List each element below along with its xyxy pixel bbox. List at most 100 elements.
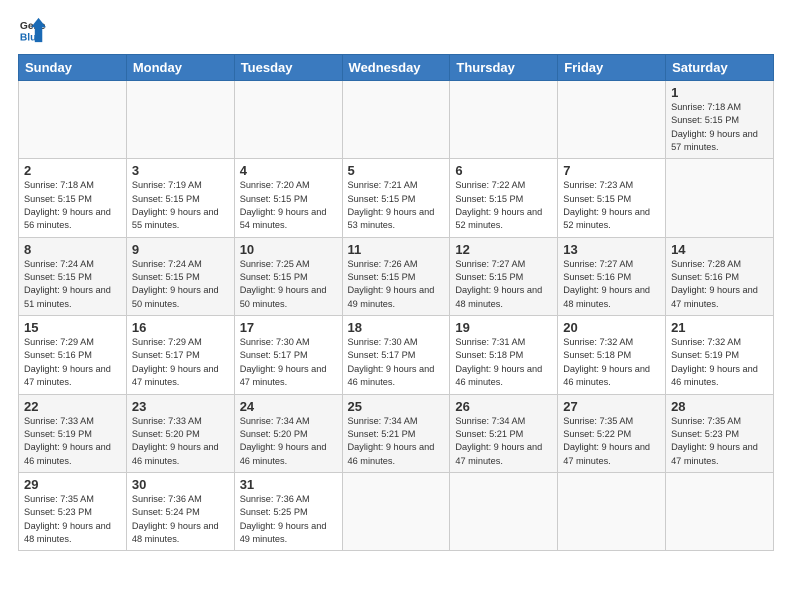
day-number: 29 [24,477,121,492]
header-row: SundayMondayTuesdayWednesdayThursdayFrid… [19,55,774,81]
day-info: Sunrise: 7:27 AM Sunset: 5:16 PM Dayligh… [563,258,660,311]
day-cell: 20 Sunrise: 7:32 AM Sunset: 5:18 PM Dayl… [558,316,666,394]
day-cell: 1 Sunrise: 7:18 AM Sunset: 5:15 PM Dayli… [666,81,774,159]
day-cell: 6 Sunrise: 7:22 AM Sunset: 5:15 PM Dayli… [450,159,558,237]
day-number: 28 [671,399,768,414]
day-number: 11 [348,242,445,257]
day-cell: 2 Sunrise: 7:18 AM Sunset: 5:15 PM Dayli… [19,159,127,237]
day-info: Sunrise: 7:35 AM Sunset: 5:23 PM Dayligh… [24,493,121,546]
day-cell: 5 Sunrise: 7:21 AM Sunset: 5:15 PM Dayli… [342,159,450,237]
calendar-table: SundayMondayTuesdayWednesdayThursdayFrid… [18,54,774,551]
day-number: 20 [563,320,660,335]
header-cell-tuesday: Tuesday [234,55,342,81]
day-cell [126,81,234,159]
week-row-4: 15 Sunrise: 7:29 AM Sunset: 5:16 PM Dayl… [19,316,774,394]
day-cell: 19 Sunrise: 7:31 AM Sunset: 5:18 PM Dayl… [450,316,558,394]
day-number: 15 [24,320,121,335]
day-cell: 27 Sunrise: 7:35 AM Sunset: 5:22 PM Dayl… [558,394,666,472]
day-info: Sunrise: 7:21 AM Sunset: 5:15 PM Dayligh… [348,179,445,232]
day-number: 26 [455,399,552,414]
day-number: 7 [563,163,660,178]
day-cell: 30 Sunrise: 7:36 AM Sunset: 5:24 PM Dayl… [126,472,234,550]
header-cell-saturday: Saturday [666,55,774,81]
week-row-2: 2 Sunrise: 7:18 AM Sunset: 5:15 PM Dayli… [19,159,774,237]
day-info: Sunrise: 7:22 AM Sunset: 5:15 PM Dayligh… [455,179,552,232]
day-cell: 12 Sunrise: 7:27 AM Sunset: 5:15 PM Dayl… [450,237,558,315]
logo: General Blue [18,16,46,44]
day-cell: 22 Sunrise: 7:33 AM Sunset: 5:19 PM Dayl… [19,394,127,472]
day-number: 21 [671,320,768,335]
day-info: Sunrise: 7:34 AM Sunset: 5:20 PM Dayligh… [240,415,337,468]
day-cell: 9 Sunrise: 7:24 AM Sunset: 5:15 PM Dayli… [126,237,234,315]
day-info: Sunrise: 7:35 AM Sunset: 5:23 PM Dayligh… [671,415,768,468]
week-row-6: 29 Sunrise: 7:35 AM Sunset: 5:23 PM Dayl… [19,472,774,550]
day-info: Sunrise: 7:32 AM Sunset: 5:19 PM Dayligh… [671,336,768,389]
day-number: 13 [563,242,660,257]
day-number: 3 [132,163,229,178]
day-cell: 16 Sunrise: 7:29 AM Sunset: 5:17 PM Dayl… [126,316,234,394]
page-header: General Blue [18,16,774,44]
day-number: 31 [240,477,337,492]
day-info: Sunrise: 7:30 AM Sunset: 5:17 PM Dayligh… [240,336,337,389]
day-number: 19 [455,320,552,335]
day-info: Sunrise: 7:25 AM Sunset: 5:15 PM Dayligh… [240,258,337,311]
day-cell: 25 Sunrise: 7:34 AM Sunset: 5:21 PM Dayl… [342,394,450,472]
day-info: Sunrise: 7:24 AM Sunset: 5:15 PM Dayligh… [24,258,121,311]
day-number: 22 [24,399,121,414]
day-info: Sunrise: 7:29 AM Sunset: 5:16 PM Dayligh… [24,336,121,389]
day-number: 30 [132,477,229,492]
day-cell: 29 Sunrise: 7:35 AM Sunset: 5:23 PM Dayl… [19,472,127,550]
day-cell: 26 Sunrise: 7:34 AM Sunset: 5:21 PM Dayl… [450,394,558,472]
day-cell [450,81,558,159]
day-number: 5 [348,163,445,178]
day-cell: 24 Sunrise: 7:34 AM Sunset: 5:20 PM Dayl… [234,394,342,472]
day-info: Sunrise: 7:36 AM Sunset: 5:25 PM Dayligh… [240,493,337,546]
day-cell: 23 Sunrise: 7:33 AM Sunset: 5:20 PM Dayl… [126,394,234,472]
day-number: 10 [240,242,337,257]
week-row-1: 1 Sunrise: 7:18 AM Sunset: 5:15 PM Dayli… [19,81,774,159]
day-info: Sunrise: 7:18 AM Sunset: 5:15 PM Dayligh… [24,179,121,232]
day-cell: 7 Sunrise: 7:23 AM Sunset: 5:15 PM Dayli… [558,159,666,237]
day-info: Sunrise: 7:33 AM Sunset: 5:20 PM Dayligh… [132,415,229,468]
day-cell: 3 Sunrise: 7:19 AM Sunset: 5:15 PM Dayli… [126,159,234,237]
week-row-3: 8 Sunrise: 7:24 AM Sunset: 5:15 PM Dayli… [19,237,774,315]
day-cell: 15 Sunrise: 7:29 AM Sunset: 5:16 PM Dayl… [19,316,127,394]
day-info: Sunrise: 7:34 AM Sunset: 5:21 PM Dayligh… [455,415,552,468]
day-cell: 11 Sunrise: 7:26 AM Sunset: 5:15 PM Dayl… [342,237,450,315]
day-number: 4 [240,163,337,178]
day-number: 2 [24,163,121,178]
day-info: Sunrise: 7:32 AM Sunset: 5:18 PM Dayligh… [563,336,660,389]
day-info: Sunrise: 7:27 AM Sunset: 5:15 PM Dayligh… [455,258,552,311]
day-info: Sunrise: 7:33 AM Sunset: 5:19 PM Dayligh… [24,415,121,468]
day-number: 18 [348,320,445,335]
day-number: 9 [132,242,229,257]
day-info: Sunrise: 7:35 AM Sunset: 5:22 PM Dayligh… [563,415,660,468]
day-cell [666,472,774,550]
day-number: 1 [671,85,768,100]
header-cell-thursday: Thursday [450,55,558,81]
day-number: 8 [24,242,121,257]
day-cell [342,472,450,550]
day-info: Sunrise: 7:29 AM Sunset: 5:17 PM Dayligh… [132,336,229,389]
day-number: 17 [240,320,337,335]
day-info: Sunrise: 7:23 AM Sunset: 5:15 PM Dayligh… [563,179,660,232]
day-cell [666,159,774,237]
day-info: Sunrise: 7:20 AM Sunset: 5:15 PM Dayligh… [240,179,337,232]
day-cell: 21 Sunrise: 7:32 AM Sunset: 5:19 PM Dayl… [666,316,774,394]
logo-icon: General Blue [18,16,46,44]
header-cell-friday: Friday [558,55,666,81]
day-number: 14 [671,242,768,257]
day-info: Sunrise: 7:34 AM Sunset: 5:21 PM Dayligh… [348,415,445,468]
day-cell [558,81,666,159]
day-info: Sunrise: 7:26 AM Sunset: 5:15 PM Dayligh… [348,258,445,311]
day-info: Sunrise: 7:28 AM Sunset: 5:16 PM Dayligh… [671,258,768,311]
day-cell [19,81,127,159]
day-number: 23 [132,399,229,414]
day-cell: 10 Sunrise: 7:25 AM Sunset: 5:15 PM Dayl… [234,237,342,315]
day-cell: 8 Sunrise: 7:24 AM Sunset: 5:15 PM Dayli… [19,237,127,315]
day-cell [558,472,666,550]
day-cell [342,81,450,159]
day-cell: 28 Sunrise: 7:35 AM Sunset: 5:23 PM Dayl… [666,394,774,472]
day-cell: 31 Sunrise: 7:36 AM Sunset: 5:25 PM Dayl… [234,472,342,550]
day-info: Sunrise: 7:19 AM Sunset: 5:15 PM Dayligh… [132,179,229,232]
